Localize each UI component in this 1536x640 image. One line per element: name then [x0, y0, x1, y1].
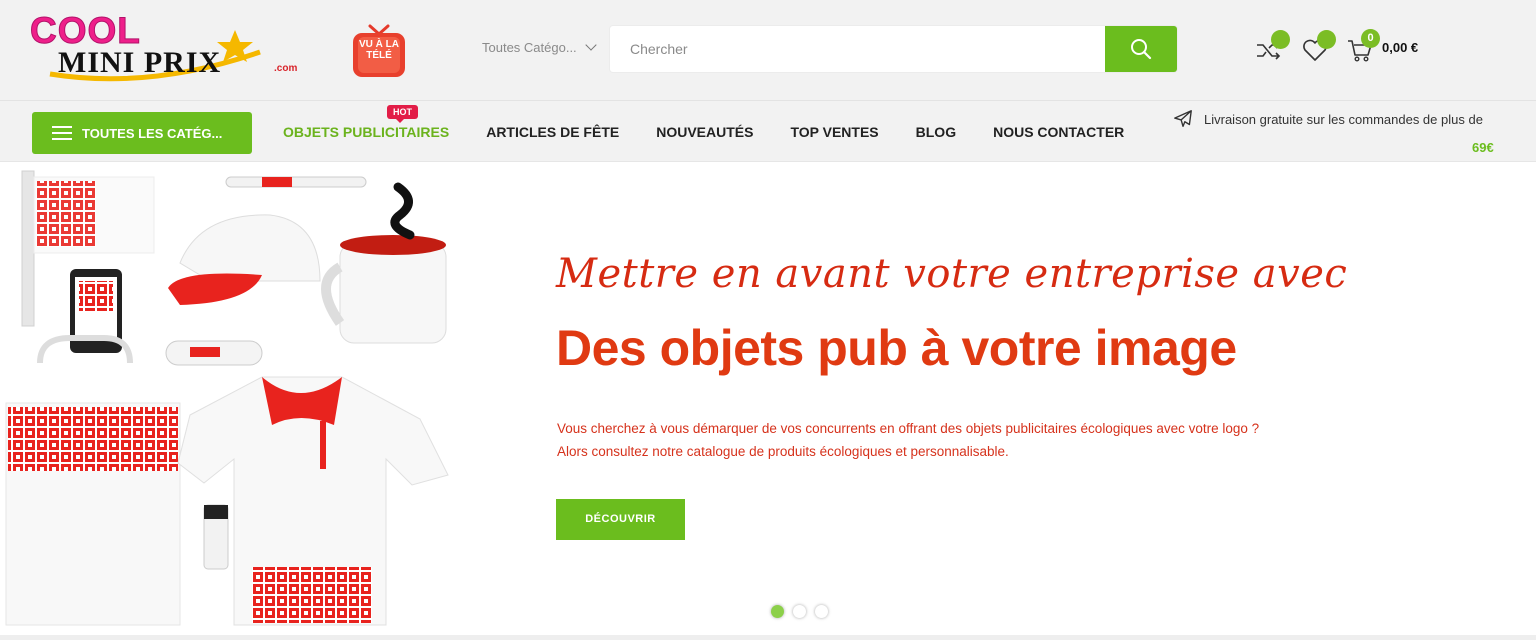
slider-dot-3[interactable] — [815, 605, 828, 618]
free-shipping-notice: Livraison gratuite sur les commandes de … — [1172, 108, 1504, 155]
tv-badge-text: VU À LA TÉLÉ — [359, 39, 399, 61]
search-button[interactable] — [1105, 26, 1177, 72]
logo-text-cool: COOL — [30, 10, 141, 51]
search-icon — [1131, 39, 1152, 60]
nav-link-nouveautes[interactable]: NOUVEAUTÉS — [656, 124, 753, 140]
slider-dot-1[interactable] — [771, 605, 784, 618]
hero-tagline: Mettre en avant votre entreprise avec — [556, 251, 1348, 297]
promo-products-illustration — [5, 170, 449, 626]
slider-pagination — [771, 605, 828, 618]
hero-description-line-1: Vous cherchez à vous démarquer de vos co… — [557, 421, 1260, 436]
nav-link-label: OBJETS PUBLICITAIRES — [283, 124, 450, 140]
tv-badge: VU À LA TÉLÉ — [350, 16, 408, 78]
hot-badge: HOT — [387, 105, 418, 123]
cart-count-badge: 0 — [1361, 29, 1380, 48]
nav-links: OBJETS PUBLICITAIRES HOT ARTICLES DE FÊT… — [283, 105, 1161, 140]
logo-text-mini-prix: MINI PRIX — [58, 46, 222, 79]
search-bar — [610, 26, 1177, 72]
compare-count-badge — [1271, 30, 1290, 49]
nav-link-nous-contacter[interactable]: NOUS CONTACTER — [993, 124, 1124, 140]
nav-link-objets-publicitaires[interactable]: OBJETS PUBLICITAIRES HOT — [283, 105, 450, 140]
free-shipping-text: Livraison gratuite sur les commandes de … — [1204, 111, 1483, 127]
nav-link-top-ventes[interactable]: TOP VENTES — [790, 124, 878, 140]
nav-link-articles-de-fete[interactable]: ARTICLES DE FÊTE — [486, 124, 619, 140]
category-select-value: Toutes Catégo... — [482, 40, 577, 55]
nav-link-blog[interactable]: BLOG — [916, 124, 956, 140]
all-categories-button[interactable]: TOUTES LES CATÉG... — [32, 112, 252, 154]
section-divider — [0, 635, 1536, 640]
top-header: COOL MINI PRIX .com VU À LA TÉLÉ Toutes … — [0, 0, 1536, 101]
slider-dot-2[interactable] — [793, 605, 806, 618]
free-shipping-amount: 69€ — [1472, 140, 1494, 155]
main-navigation: TOUTES LES CATÉG... OBJETS PUBLICITAIRES… — [0, 101, 1536, 162]
cart-total[interactable]: 0,00 € — [1382, 40, 1418, 55]
category-select[interactable]: Toutes Catégo... — [482, 38, 597, 55]
hero-description-line-2: Alors consultez notre catalogue de produ… — [557, 444, 1009, 459]
wishlist-count-badge — [1317, 30, 1336, 49]
hero-title: Des objets pub à votre image — [556, 320, 1237, 376]
logo-text-suffix: .com — [274, 63, 298, 74]
menu-icon — [52, 126, 72, 140]
all-categories-label: TOUTES LES CATÉG... — [82, 125, 223, 141]
hero-description: Vous cherchez à vous démarquer de vos co… — [557, 417, 1259, 463]
discover-button[interactable]: DÉCOUVRIR — [556, 499, 685, 540]
hero-slider: Mettre en avant votre entreprise avec De… — [0, 163, 1536, 635]
chevron-down-icon — [585, 38, 597, 51]
site-logo[interactable]: COOL MINI PRIX .com — [30, 12, 310, 92]
search-input[interactable] — [610, 26, 1105, 72]
airplane-icon — [1174, 110, 1192, 128]
